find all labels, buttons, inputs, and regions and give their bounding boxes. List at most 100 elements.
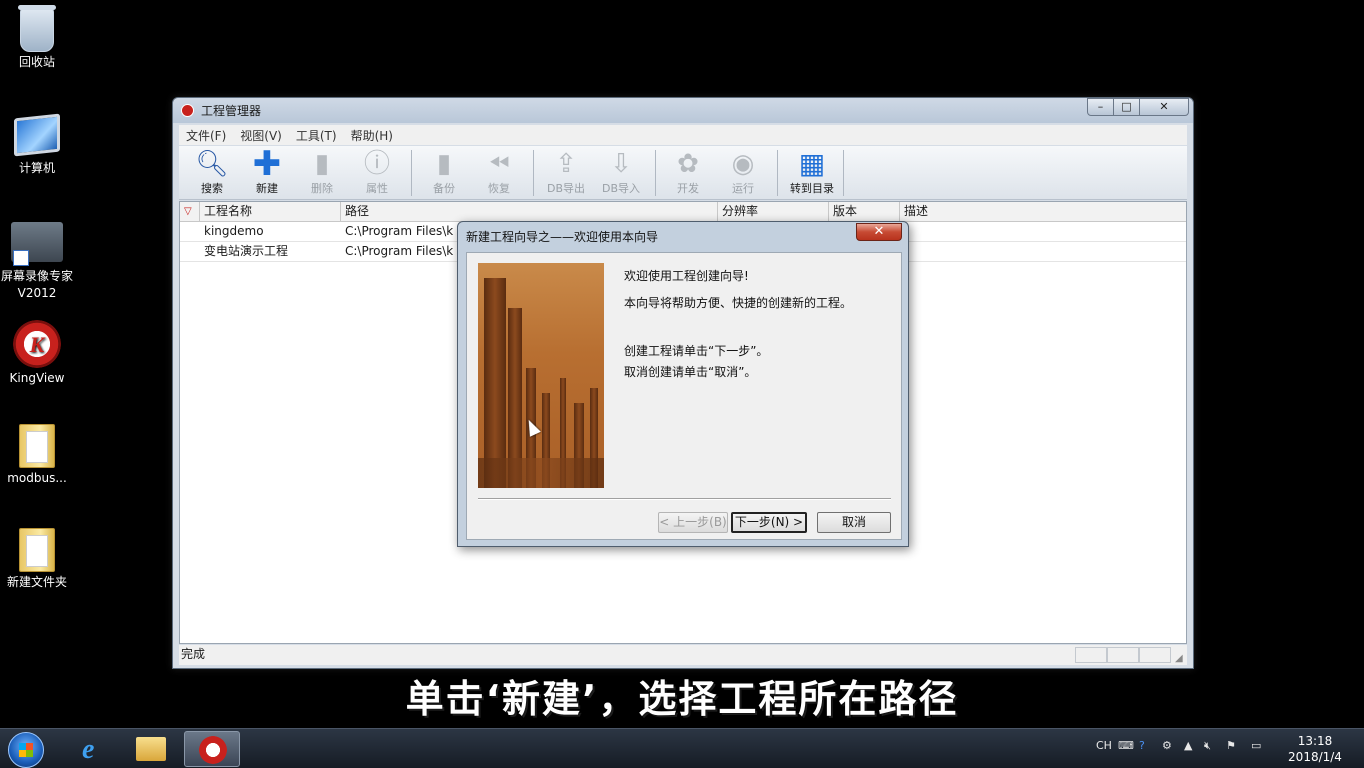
wizard-welcome-text: 欢迎使用工程创建向导!: [624, 269, 749, 283]
system-clock[interactable]: 13:18 2018/1/4: [1280, 733, 1350, 765]
desktop-icon-kingview[interactable]: KingView: [0, 320, 74, 387]
clock-time: 13:18: [1297, 734, 1333, 748]
toolbar: 🔍︎ 搜索 ✚ 新建 ▮ 删除 ⓘ 属性 ▮ 备份 ⏪︎ 恢复 ⇪ DB导出 ⇩…: [179, 146, 1187, 200]
input-language-indicator[interactable]: CH: [1096, 739, 1112, 752]
status-panel: [1075, 647, 1107, 663]
dialog-title: 新建工程向导之——欢迎使用本向导: [466, 230, 659, 244]
new-button[interactable]: ✚ 新建: [242, 144, 292, 198]
close-button[interactable]: ✕: [1139, 98, 1189, 116]
column-header-name[interactable]: 工程名称: [200, 202, 341, 222]
goto-directory-button[interactable]: ▦ 转到目录: [783, 148, 841, 198]
show-hidden-icons-icon[interactable]: ▲: [1184, 739, 1192, 752]
video-subtitle: 单击‘新建’，选择工程所在路径: [405, 677, 959, 721]
desktop-icon-label: 屏幕录像专家V2012: [0, 269, 73, 300]
upload-icon: ⇪: [555, 149, 577, 179]
toolbar-label: DB导出: [546, 182, 586, 195]
toolbar-label: 恢复: [488, 182, 510, 195]
info-icon: ⓘ: [363, 149, 390, 179]
project-name-cell: kingdemo: [204, 224, 264, 238]
keyboard-icon[interactable]: ⌨: [1118, 739, 1134, 752]
toolbar-label: 搜索: [201, 182, 223, 195]
run-icon: ◉: [731, 149, 755, 179]
column-header-description[interactable]: 描述: [900, 202, 1188, 222]
clock-date: 2018/1/4: [1288, 750, 1342, 764]
column-header-resolution[interactable]: 分辨率: [718, 202, 829, 222]
taskbar-internet-explorer[interactable]: e: [62, 731, 118, 767]
desktop-icon-screen-recorder[interactable]: 屏幕录像专家V2012: [0, 222, 74, 302]
computer-icon: [14, 113, 60, 157]
toolbar-separator: [411, 150, 412, 196]
kingview-icon: [13, 320, 61, 368]
new-project-wizard-dialog: 新建工程向导之——欢迎使用本向导 ✕ 欢迎使用工程创建向导! 本向导将帮助方便、…: [457, 221, 909, 547]
develop-icon: ✿: [677, 149, 699, 179]
restore-button[interactable]: ⏪︎ 恢复: [474, 148, 524, 198]
db-export-button[interactable]: ⇪ DB导出: [541, 148, 591, 198]
help-icon[interactable]: ?: [1139, 739, 1145, 752]
desktop-icon-modbus-folder[interactable]: modbus...: [0, 424, 74, 487]
desktop-icon-label: 回收站: [18, 55, 55, 69]
dialog-close-button[interactable]: ✕: [856, 223, 902, 241]
backup-icon: ▮: [436, 149, 452, 179]
menu-help[interactable]: 帮助(H): [344, 125, 400, 146]
status-text: 完成: [181, 647, 206, 661]
restore-icon: ⏪︎: [488, 149, 510, 179]
backup-button[interactable]: ▮ 备份: [419, 148, 469, 198]
settings-icon[interactable]: ⚙: [1162, 739, 1172, 752]
cancel-button[interactable]: 取消: [817, 512, 891, 533]
desktop-icon-label: 新建文件夹: [6, 575, 67, 589]
column-header-path[interactable]: 路径: [341, 202, 718, 222]
dialog-body: 欢迎使用工程创建向导! 本向导将帮助方便、快捷的创建新的工程。 创建工程请单击“…: [466, 252, 902, 540]
plus-icon: ✚: [252, 144, 282, 184]
minimize-button[interactable]: –: [1087, 98, 1114, 116]
search-icon: 🔍︎: [195, 149, 229, 179]
back-button[interactable]: < 上一步(B): [658, 512, 728, 533]
status-panel: [1107, 647, 1139, 663]
window-title: 工程管理器: [201, 104, 262, 118]
volume-icon[interactable]: 🔇︎: [1204, 739, 1211, 753]
status-panel: [1139, 647, 1171, 663]
develop-button[interactable]: ✿ 开发: [663, 148, 713, 198]
properties-button[interactable]: ⓘ 属性: [352, 148, 402, 198]
folder-icon: [19, 528, 55, 572]
run-button[interactable]: ◉ 运行: [718, 148, 768, 198]
toolbar-separator: [533, 150, 534, 196]
taskbar: e CH ⌨ ? ⚙ ▲ 🔇︎ ⚑ ▭ 13:18 2018/1/4: [0, 728, 1364, 768]
toolbar-label: 属性: [366, 182, 388, 195]
toolbar-separator: [777, 150, 778, 196]
desktop-icon-computer[interactable]: 计算机: [0, 113, 74, 177]
download-icon: ⇩: [610, 149, 632, 179]
desktop-icon-label: KingView: [9, 371, 65, 385]
toolbar-separator: [843, 150, 844, 196]
refinery-illustration: [478, 263, 604, 488]
next-button[interactable]: 下一步(N) >: [731, 512, 807, 533]
start-button[interactable]: [8, 732, 44, 768]
menu-view[interactable]: 视图(V): [233, 125, 289, 146]
action-center-icon[interactable]: ⚑: [1226, 739, 1236, 752]
toolbar-separator: [655, 150, 656, 196]
desktop-icon-new-folder[interactable]: 新建文件夹: [0, 528, 74, 591]
taskbar-file-explorer[interactable]: [122, 731, 178, 767]
desktop-icon-label: 计算机: [18, 161, 55, 175]
filter-icon[interactable]: ▽: [180, 202, 200, 222]
grid-icon: ▦: [798, 147, 826, 180]
toolbar-label: 新建: [256, 182, 278, 195]
delete-button[interactable]: ▮ 删除: [297, 148, 347, 198]
toolbar-label: DB导入: [601, 182, 641, 195]
project-name-cell: 变电站演示工程: [204, 244, 289, 258]
toolbar-label: 运行: [732, 182, 754, 195]
trash-icon: ▮: [314, 149, 330, 179]
title-bar[interactable]: 工程管理器 – □ ✕: [173, 98, 1193, 123]
column-header-version[interactable]: 版本: [829, 202, 900, 222]
search-button[interactable]: 🔍︎ 搜索: [187, 148, 237, 198]
network-icon[interactable]: ▭: [1251, 739, 1261, 752]
resize-grip-icon[interactable]: ◢: [1175, 649, 1183, 668]
menu-bar: 文件(F) 视图(V) 工具(T) 帮助(H): [179, 125, 1187, 145]
kingview-logo-icon: [181, 104, 194, 117]
menu-tools[interactable]: 工具(T): [289, 125, 344, 146]
folder-icon: [136, 737, 166, 761]
desktop-icon-recycle-bin[interactable]: 回收站: [0, 5, 74, 71]
taskbar-kingview[interactable]: [184, 731, 240, 767]
menu-file[interactable]: 文件(F): [179, 125, 233, 146]
maximize-button[interactable]: □: [1113, 98, 1140, 116]
db-import-button[interactable]: ⇩ DB导入: [596, 148, 646, 198]
